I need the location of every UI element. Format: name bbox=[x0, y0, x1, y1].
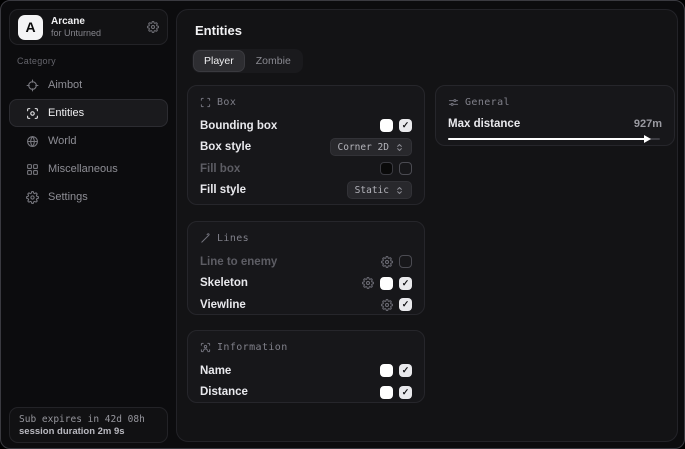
option-row-bounding-box: Bounding box ✓ bbox=[200, 115, 412, 137]
slider-fill bbox=[448, 138, 645, 140]
option-row-line-to-enemy: Line to enemy bbox=[200, 251, 412, 273]
gear-icon[interactable] bbox=[381, 299, 393, 311]
card-title: Box bbox=[217, 97, 236, 108]
box-style-dropdown[interactable]: Corner 2D bbox=[330, 138, 412, 156]
brand-logo: A bbox=[18, 15, 43, 40]
page-title: Entities bbox=[195, 23, 242, 38]
main-panel: Entities Player Zombie Box Bounding box … bbox=[176, 9, 678, 442]
fill-style-dropdown[interactable]: Static bbox=[347, 181, 412, 199]
sidebar-item-settings[interactable]: Settings bbox=[9, 183, 168, 211]
brand-subtitle: for Unturned bbox=[51, 28, 147, 38]
sidebar-item-miscellaneous[interactable]: Miscellaneous bbox=[9, 155, 168, 183]
option-label: Line to enemy bbox=[200, 256, 277, 268]
checkbox[interactable]: ✓ bbox=[399, 364, 412, 377]
check-icon: ✓ bbox=[402, 300, 410, 309]
subscription-card: Sub expires in 42d 08h session duration … bbox=[9, 407, 168, 443]
check-icon: ✓ bbox=[402, 366, 410, 375]
checkbox[interactable]: ✓ bbox=[399, 386, 412, 399]
sidebar-item-aimbot[interactable]: Aimbot bbox=[9, 71, 168, 99]
gear-icon bbox=[26, 191, 39, 204]
option-label: Name bbox=[200, 365, 231, 377]
max-distance-row: Max distance 927m bbox=[448, 115, 662, 133]
card-title: General bbox=[465, 97, 510, 108]
sidebar-item-entities[interactable]: Entities bbox=[9, 99, 168, 127]
option-label: Skeleton bbox=[200, 277, 248, 289]
checkbox[interactable]: ✓ bbox=[399, 119, 412, 132]
color-swatch[interactable] bbox=[380, 162, 393, 175]
card-title: Information bbox=[217, 342, 288, 353]
color-swatch[interactable] bbox=[380, 386, 393, 399]
option-label: Box style bbox=[200, 141, 251, 153]
box-card: Box Bounding box ✓ Box style Corner 2D bbox=[187, 85, 425, 205]
grid-icon bbox=[26, 163, 39, 176]
brand-name: Arcane bbox=[51, 16, 147, 28]
tab-player[interactable]: Player bbox=[194, 51, 244, 71]
check-icon: ✓ bbox=[402, 121, 410, 130]
sidebar-item-label: Settings bbox=[48, 191, 88, 203]
session-duration-text: session duration 2m 9s bbox=[19, 426, 158, 437]
option-label: Max distance bbox=[448, 118, 520, 130]
checkbox[interactable]: ✓ bbox=[399, 277, 412, 290]
option-label: Viewline bbox=[200, 299, 246, 311]
checkbox[interactable] bbox=[399, 255, 412, 268]
gear-icon[interactable] bbox=[381, 256, 393, 268]
chevrons-up-down-icon bbox=[395, 143, 404, 152]
sidebar: A Arcane for Unturned Category Aimbot bbox=[1, 1, 176, 448]
option-row-name: Name ✓ bbox=[200, 360, 412, 382]
pencil-line-icon bbox=[200, 233, 211, 244]
color-swatch[interactable] bbox=[380, 277, 393, 290]
slider-thumb[interactable] bbox=[644, 135, 651, 143]
scan-info-icon bbox=[200, 342, 211, 353]
slider-value: 927m bbox=[634, 118, 662, 130]
option-row-skeleton: Skeleton ✓ bbox=[200, 273, 412, 295]
option-label: Fill style bbox=[200, 184, 246, 196]
dropdown-value: Static bbox=[355, 185, 389, 196]
option-row-fill-style: Fill style Static bbox=[200, 180, 412, 202]
check-icon: ✓ bbox=[402, 388, 410, 397]
card-title: Lines bbox=[217, 233, 249, 244]
globe-icon bbox=[26, 135, 39, 148]
tab-zombie[interactable]: Zombie bbox=[246, 51, 301, 71]
max-distance-slider[interactable] bbox=[448, 134, 662, 144]
crosshair-icon bbox=[26, 79, 39, 92]
option-label: Bounding box bbox=[200, 120, 277, 132]
option-row-box-style: Box style Corner 2D bbox=[200, 137, 412, 159]
option-row-viewline: Viewline ✓ bbox=[200, 294, 412, 316]
tab-bar: Player Zombie bbox=[192, 49, 303, 73]
sub-expires-text: Sub expires in 42d 08h bbox=[19, 414, 158, 425]
sidebar-item-label: Miscellaneous bbox=[48, 163, 118, 175]
check-icon: ✓ bbox=[402, 279, 410, 288]
chevrons-up-down-icon bbox=[395, 186, 404, 195]
sliders-icon bbox=[448, 97, 459, 108]
option-row-fill-box: Fill box bbox=[200, 158, 412, 180]
sidebar-item-label: World bbox=[48, 135, 77, 147]
checkbox[interactable] bbox=[399, 162, 412, 175]
app-window: A Arcane for Unturned Category Aimbot bbox=[0, 0, 685, 449]
checkbox[interactable]: ✓ bbox=[399, 298, 412, 311]
category-label: Category bbox=[17, 56, 56, 66]
sidebar-item-label: Aimbot bbox=[48, 79, 82, 91]
option-label: Distance bbox=[200, 386, 248, 398]
sidebar-item-world[interactable]: World bbox=[9, 127, 168, 155]
gear-icon[interactable] bbox=[362, 277, 374, 289]
sidebar-item-label: Entities bbox=[48, 107, 84, 119]
brand-card: A Arcane for Unturned bbox=[9, 9, 168, 45]
gear-icon[interactable] bbox=[147, 21, 159, 33]
scan-user-icon bbox=[26, 107, 39, 120]
general-card: General Max distance 927m bbox=[435, 85, 675, 146]
color-swatch[interactable] bbox=[380, 119, 393, 132]
option-label: Fill box bbox=[200, 163, 240, 175]
information-card: Information Name ✓ Distance ✓ bbox=[187, 330, 425, 403]
box-corners-icon bbox=[200, 97, 211, 108]
lines-card: Lines Line to enemy Skeleton bbox=[187, 221, 425, 315]
color-swatch[interactable] bbox=[380, 364, 393, 377]
sidebar-nav: Aimbot Entities World Miscellaneous bbox=[9, 71, 168, 211]
dropdown-value: Corner 2D bbox=[338, 142, 389, 153]
option-row-distance: Distance ✓ bbox=[200, 382, 412, 404]
